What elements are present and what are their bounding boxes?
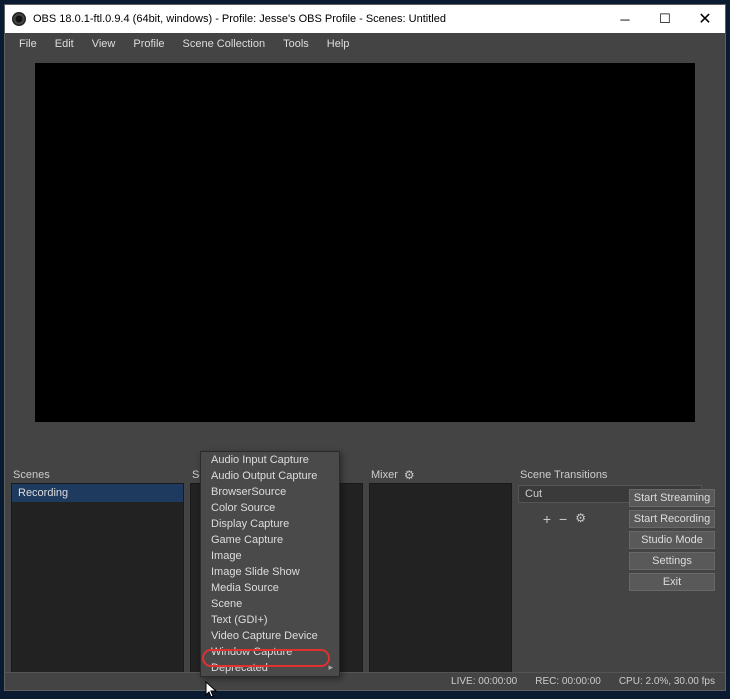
ctx-video-capture-device[interactable]: Video Capture Device [201,628,339,644]
ctx-game-capture[interactable]: Game Capture [201,532,339,548]
transition-settings-icon[interactable]: ⚙ [575,511,586,527]
add-transition-button[interactable]: + [543,511,551,527]
ctx-window-capture[interactable]: Window Capture [201,644,339,660]
start-recording-button[interactable]: Start Recording [629,510,715,528]
ctx-media-source[interactable]: Media Source [201,580,339,596]
close-button[interactable]: ✕ [685,5,725,33]
menu-profile[interactable]: Profile [125,36,172,52]
menu-scene-collection[interactable]: Scene Collection [175,36,274,52]
menu-edit[interactable]: Edit [47,36,82,52]
scenes-label: Scenes [11,467,184,483]
settings-button[interactable]: Settings [629,552,715,570]
menu-tools[interactable]: Tools [275,36,317,52]
obs-logo-icon [11,11,27,27]
studio-mode-button[interactable]: Studio Mode [629,531,715,549]
ctx-browser-source[interactable]: BrowserSource [201,484,339,500]
ctx-color-source[interactable]: Color Source [201,500,339,516]
add-source-context-menu: Audio Input Capture Audio Output Capture… [200,451,340,677]
ctx-audio-input-capture[interactable]: Audio Input Capture [201,452,339,468]
window-title: OBS 18.0.1-ftl.0.9.4 (64bit, windows) - … [33,13,605,25]
exit-button[interactable]: Exit [629,573,715,591]
ctx-display-capture[interactable]: Display Capture [201,516,339,532]
mixer-settings-icon[interactable]: ⚙ [404,468,415,482]
titlebar: OBS 18.0.1-ftl.0.9.4 (64bit, windows) - … [5,5,725,33]
menubar: File Edit View Profile Scene Collection … [5,33,725,55]
transitions-label: Scene Transitions [518,467,702,483]
ctx-image[interactable]: Image [201,548,339,564]
mixer-area [369,483,512,673]
scene-item[interactable]: Recording [12,484,183,502]
start-streaming-button[interactable]: Start Streaming [629,489,715,507]
remove-transition-button[interactable]: − [559,511,567,527]
status-cpu: CPU: 2.0%, 30.00 fps [619,676,715,687]
mixer-label: Mixer ⚙ [369,467,512,483]
menu-view[interactable]: View [84,36,124,52]
maximize-button[interactable]: ☐ [645,5,685,33]
status-live: LIVE: 00:00:00 [451,676,517,687]
preview-canvas[interactable] [35,63,695,422]
ctx-scene[interactable]: Scene [201,596,339,612]
ctx-image-slide-show[interactable]: Image Slide Show [201,564,339,580]
ctx-audio-output-capture[interactable]: Audio Output Capture [201,468,339,484]
mixer-label-text: Mixer [371,469,398,481]
menu-file[interactable]: File [11,36,45,52]
statusbar: LIVE: 00:00:00 REC: 00:00:00 CPU: 2.0%, … [5,672,725,690]
transition-selected: Cut [525,488,542,500]
ctx-text-gdi[interactable]: Text (GDI+) [201,612,339,628]
menu-help[interactable]: Help [319,36,358,52]
ctx-deprecated[interactable]: Deprecated [201,660,339,676]
scenes-list[interactable]: Recording [11,483,184,673]
minimize-button[interactable]: ─ [605,5,645,33]
status-rec: REC: 00:00:00 [535,676,601,687]
app-window: OBS 18.0.1-ftl.0.9.4 (64bit, windows) - … [4,4,726,691]
